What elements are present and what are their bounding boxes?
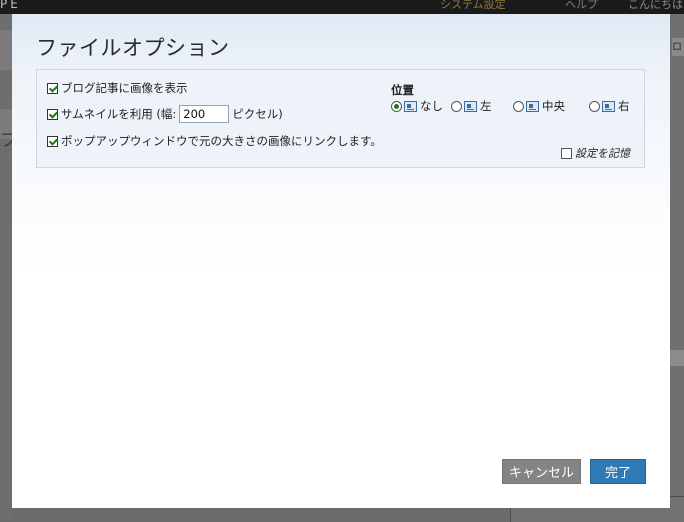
thumbnail-width-input[interactable]: [179, 105, 230, 123]
show-image-label: ブログ記事に画像を表示: [61, 81, 188, 95]
position-option-none[interactable]: なし: [391, 98, 443, 114]
position-radio-row: なし 左 中央 右: [391, 98, 651, 116]
position-left-label: 左: [480, 99, 492, 113]
use-thumbnail-checkbox[interactable]: [47, 108, 58, 120]
position-left-radio[interactable]: [451, 100, 462, 112]
show-image-checkbox[interactable]: [47, 82, 58, 94]
use-thumbnail-label: サムネイルを利用 (幅:: [61, 107, 177, 121]
background-right-tab: ログ: [672, 38, 684, 56]
align-none-icon: [404, 100, 417, 112]
popup-link-checkbox[interactable]: [47, 135, 58, 147]
show-image-option[interactable]: ブログ記事に画像を表示: [47, 80, 188, 96]
background-left-edge: ブ: [0, 14, 18, 521]
background-nav-greeting: こんにちは: [628, 0, 683, 11]
file-options-dialog: ファイルオプション ブログ記事に画像を表示 サムネイルを利用 (幅: ピクセル)…: [12, 14, 670, 508]
done-button[interactable]: 完了: [590, 459, 646, 484]
dialog-title: ファイルオプション: [36, 36, 230, 60]
options-panel: ブログ記事に画像を表示 サムネイルを利用 (幅: ピクセル) ポップアップウィン…: [36, 69, 645, 168]
background-nav-settings: システム設定: [440, 0, 506, 11]
position-right-label: 右: [618, 99, 630, 113]
background-nav-help: ヘルプ: [565, 0, 598, 11]
background-right-bar: [670, 350, 684, 366]
background-logo: PE: [0, 0, 21, 11]
align-center-icon: [526, 100, 539, 112]
use-thumbnail-option: サムネイルを利用 (幅: ピクセル): [47, 105, 283, 123]
background-strip: [0, 30, 12, 70]
align-right-icon: [602, 100, 615, 112]
position-center-radio[interactable]: [513, 100, 524, 112]
remember-settings-checkbox[interactable]: [561, 147, 572, 159]
position-option-right[interactable]: 右: [589, 98, 630, 114]
position-label: 位置: [391, 83, 414, 97]
background-topbar: PE システム設定 ヘルプ こんにちは: [0, 0, 684, 14]
remember-settings-option[interactable]: 設定を記憶: [561, 145, 630, 161]
thumbnail-unit-label: ピクセル): [232, 107, 283, 121]
popup-link-option[interactable]: ポップアップウィンドウで元の大きさの画像にリンクします。: [47, 133, 382, 149]
remember-settings-label: 設定を記憶: [575, 147, 630, 160]
background-right-edge: ログ: [670, 14, 684, 521]
position-none-radio[interactable]: [391, 100, 402, 112]
position-option-left[interactable]: 左: [451, 98, 492, 114]
align-left-icon: [464, 100, 477, 112]
position-group: 位置 なし 左 中央 右: [391, 82, 630, 113]
position-option-center[interactable]: 中央: [513, 98, 565, 114]
popup-link-label: ポップアップウィンドウで元の大きさの画像にリンクします。: [61, 134, 382, 148]
position-none-label: なし: [420, 99, 443, 113]
cancel-button[interactable]: キャンセル: [502, 459, 581, 484]
position-right-radio[interactable]: [589, 100, 600, 112]
position-center-label: 中央: [542, 99, 565, 113]
